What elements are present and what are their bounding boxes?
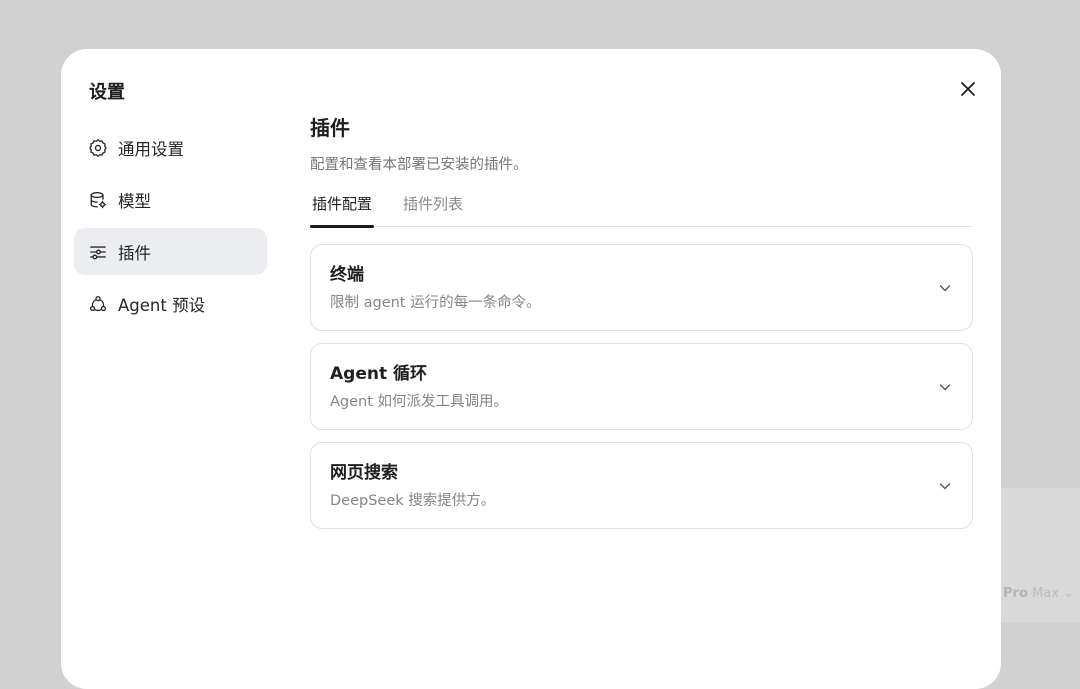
card-description: DeepSeek 搜索提供方。 [330, 491, 495, 511]
plugin-tabs: 插件配置 插件列表 [310, 194, 973, 227]
agent-network-icon [89, 295, 107, 313]
settings-sidebar: 通用设置 模型 [74, 124, 267, 332]
sidebar-item-model[interactable]: 模型 [74, 176, 267, 223]
sidebar-item-plugins[interactable]: 插件 [74, 228, 267, 275]
sidebar-item-general[interactable]: 通用设置 [74, 124, 267, 171]
plugin-card-web-search[interactable]: 网页搜索 DeepSeek 搜索提供方。 [310, 442, 973, 529]
sidebar-item-label: 模型 [118, 188, 151, 212]
background-panel [1000, 488, 1080, 622]
close-icon [960, 81, 976, 97]
sidebar-item-label: Agent 预设 [118, 292, 205, 316]
background-model-suffix: Max [1032, 586, 1059, 601]
tab-plugin-list[interactable]: 插件列表 [401, 194, 465, 227]
background-model-name: Pro [1003, 586, 1028, 601]
card-title: 终端 [330, 264, 364, 286]
database-gear-icon [89, 191, 107, 209]
plugin-cards: 终端 限制 agent 运行的每一条命令。 Agent 循环 Agent 如何派… [310, 244, 973, 529]
chevron-down-icon[interactable] [938, 380, 952, 394]
card-description: Agent 如何派发工具调用。 [330, 392, 508, 412]
background-model-selector: Pro Max ⌄ [1003, 586, 1074, 601]
tab-plugin-config[interactable]: 插件配置 [310, 194, 374, 227]
plugins-panel: 插件 配置和查看本部署已安装的插件。 插件配置 插件列表 终端 限制 agent… [310, 115, 973, 541]
card-title: Agent 循环 [330, 363, 427, 385]
gear-icon [89, 139, 107, 157]
sidebar-item-label: 通用设置 [118, 136, 184, 160]
page-description: 配置和查看本部署已安装的插件。 [310, 155, 973, 175]
plugin-card-agent-loop[interactable]: Agent 循环 Agent 如何派发工具调用。 [310, 343, 973, 430]
chevron-down-icon[interactable] [938, 281, 952, 295]
settings-modal: 设置 通用设置 [61, 49, 1001, 689]
card-description: 限制 agent 运行的每一条命令。 [330, 293, 541, 313]
card-title: 网页搜索 [330, 462, 398, 484]
sidebar-item-agent-presets[interactable]: Agent 预设 [74, 280, 267, 327]
plugin-card-terminal[interactable]: 终端 限制 agent 运行的每一条命令。 [310, 244, 973, 331]
chevron-down-icon: ⌄ [1063, 586, 1074, 601]
chevron-down-icon[interactable] [938, 479, 952, 493]
close-button[interactable] [955, 76, 981, 102]
sliders-icon [89, 243, 107, 261]
page-title: 插件 [310, 115, 973, 141]
sidebar-item-label: 插件 [118, 240, 151, 264]
modal-title: 设置 [89, 78, 125, 104]
